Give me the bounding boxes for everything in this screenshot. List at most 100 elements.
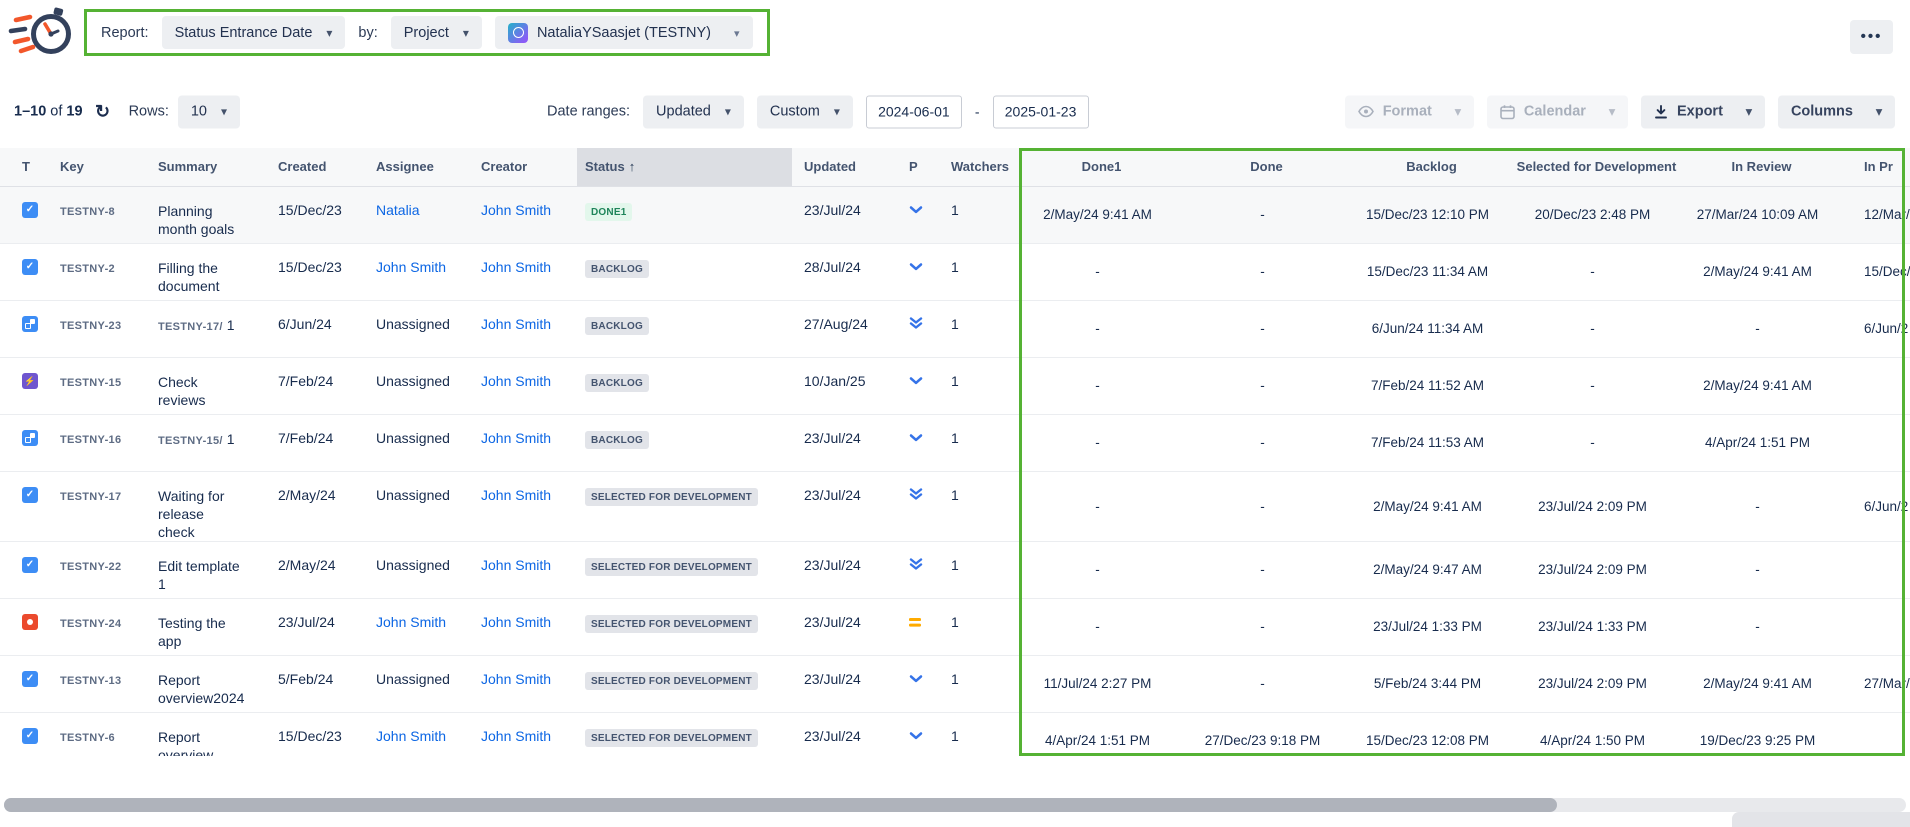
created-date: 5/Feb/24 — [272, 655, 372, 712]
project-select[interactable]: NataliaYSaasjet (TESTNY) — [495, 16, 753, 49]
issue-key: TESTNY-8 — [60, 206, 115, 218]
col-header-done[interactable]: Done — [1184, 148, 1349, 186]
watchers-count: 1 — [939, 414, 1019, 471]
creator-link[interactable]: John Smith — [481, 202, 551, 218]
date-to-input[interactable] — [993, 95, 1089, 128]
creator-link[interactable]: John Smith — [481, 316, 551, 332]
watchers-count: 1 — [939, 655, 1019, 712]
updated-date: 23/Jul/24 — [792, 598, 897, 655]
done-date: - — [1184, 243, 1349, 300]
refresh-icon[interactable] — [92, 101, 114, 123]
col-header-summary[interactable]: Summary — [152, 148, 272, 186]
table-row[interactable]: TESTNY-8 Planning month goals 15/Dec/23 … — [0, 186, 1910, 243]
subtask-icon — [22, 430, 38, 446]
watchers-count: 1 — [939, 598, 1019, 655]
assignee-link[interactable]: John Smith — [376, 259, 446, 275]
assignee-link[interactable]: Natalia — [376, 202, 420, 218]
done1-date: - — [1019, 414, 1184, 471]
in-review-date: 2/May/24 9:41 AM — [1679, 243, 1844, 300]
table-row[interactable]: TESTNY-2 Filling the document 15/Dec/23 … — [0, 243, 1910, 300]
done1-date: - — [1019, 243, 1184, 300]
chevron-down-icon — [221, 104, 227, 120]
report-select[interactable]: Status Entrance Date — [162, 16, 346, 49]
creator-link[interactable]: John Smith — [481, 487, 551, 503]
issue-key: TESTNY-13 — [60, 675, 121, 687]
col-header-creator[interactable]: Creator — [477, 148, 577, 186]
col-header-status[interactable]: Status — [577, 148, 792, 186]
col-header-done1[interactable]: Done1 — [1019, 148, 1184, 186]
col-header-selected-for-development[interactable]: Selected for Development — [1514, 148, 1679, 186]
table-row[interactable]: TESTNY-6 Report overview 15/Dec/23 John … — [0, 712, 1910, 756]
date-field-select[interactable]: Updated — [643, 95, 744, 128]
columns-button[interactable]: Columns — [1778, 95, 1895, 128]
done-date: - — [1184, 186, 1349, 243]
calendar-button[interactable]: Calendar — [1487, 95, 1628, 128]
table-row[interactable]: TESTNY-16 TESTNY-15/1 7/Feb/24 Unassigne… — [0, 414, 1910, 471]
table-row[interactable]: TESTNY-24 Testing the app 23/Jul/24 John… — [0, 598, 1910, 655]
issue-key: TESTNY-22 — [60, 561, 121, 573]
updated-date: 23/Jul/24 — [792, 414, 897, 471]
backlog-date: 15/Dec/23 12:08 PM — [1349, 712, 1514, 756]
creator-link[interactable]: John Smith — [481, 259, 551, 275]
format-button[interactable]: Format — [1345, 95, 1474, 128]
creator-link[interactable]: John Smith — [481, 557, 551, 573]
table-row[interactable]: TESTNY-13 Report overview2024 5/Feb/24 U… — [0, 655, 1910, 712]
created-date: 2/May/24 — [272, 541, 372, 598]
creator-link[interactable]: John Smith — [481, 671, 551, 687]
rows-per-page-select[interactable]: 10 — [178, 95, 240, 128]
chevron-down-icon — [1876, 104, 1882, 120]
updated-date: 23/Jul/24 — [792, 541, 897, 598]
watchers-count: 1 — [939, 471, 1019, 541]
assignee-link[interactable]: John Smith — [376, 614, 446, 630]
backlog-date: 15/Dec/23 11:34 AM — [1349, 243, 1514, 300]
table-row[interactable]: TESTNY-17 Waiting for release check 2/Ma… — [0, 471, 1910, 541]
chevron-down-icon — [1746, 104, 1752, 120]
watchers-count: 1 — [939, 712, 1019, 756]
created-date: 15/Dec/23 — [272, 712, 372, 756]
col-header-priority[interactable]: P — [897, 148, 939, 186]
export-button[interactable]: Export — [1641, 95, 1765, 128]
report-select-value: Status Entrance Date — [175, 25, 313, 41]
chevron-down-icon — [725, 104, 731, 120]
chevron-down-icon — [834, 104, 840, 120]
in-review-date: - — [1679, 598, 1844, 655]
table-row[interactable]: TESTNY-22 Edit template 1 2/May/24 Unass… — [0, 541, 1910, 598]
col-header-watchers[interactable]: Watchers — [939, 148, 1019, 186]
priority-lowest-icon — [909, 558, 923, 570]
creator-link[interactable]: John Smith — [481, 728, 551, 744]
table-row[interactable]: TESTNY-15 Check reviews 7/Feb/24 Unassig… — [0, 357, 1910, 414]
created-date: 2/May/24 — [272, 471, 372, 541]
group-by-select[interactable]: Project — [391, 16, 482, 49]
in-review-date: - — [1679, 471, 1844, 541]
in-progress-date: 6/Jun/2 — [1844, 300, 1910, 357]
issues-table: T Key Summary Created Assignee Creator S… — [0, 148, 1910, 756]
done-date: - — [1184, 414, 1349, 471]
col-header-assignee[interactable]: Assignee — [372, 148, 477, 186]
date-from-input[interactable] — [866, 95, 962, 128]
col-header-key[interactable]: Key — [52, 148, 152, 186]
created-date: 23/Jul/24 — [272, 598, 372, 655]
col-header-in-progress[interactable]: In Pr — [1844, 148, 1910, 186]
creator-link[interactable]: John Smith — [481, 373, 551, 389]
col-header-created[interactable]: Created — [272, 148, 372, 186]
calendar-icon — [1500, 104, 1515, 119]
creator-link[interactable]: John Smith — [481, 430, 551, 446]
col-header-in-review[interactable]: In Review — [1679, 148, 1844, 186]
table-row[interactable]: TESTNY-23 TESTNY-17/1 6/Jun/24 Unassigne… — [0, 300, 1910, 357]
selected-for-development-date: - — [1514, 300, 1679, 357]
eye-icon — [1358, 106, 1374, 118]
col-header-type[interactable]: T — [0, 148, 52, 186]
creator-link[interactable]: John Smith — [481, 614, 551, 630]
date-mode-value: Custom — [770, 104, 820, 120]
updated-date: 27/Aug/24 — [792, 300, 897, 357]
col-header-updated[interactable]: Updated — [792, 148, 897, 186]
priority-low-icon — [909, 376, 923, 386]
assignee: Unassigned — [376, 487, 450, 503]
horizontal-scrollbar-track[interactable] — [4, 798, 1906, 812]
assignee-link[interactable]: John Smith — [376, 728, 446, 744]
more-menu-button[interactable] — [1850, 20, 1893, 54]
col-header-backlog[interactable]: Backlog — [1349, 148, 1514, 186]
horizontal-scrollbar-thumb[interactable] — [4, 798, 1557, 812]
date-mode-select[interactable]: Custom — [757, 95, 853, 128]
table-body: TESTNY-8 Planning month goals 15/Dec/23 … — [0, 186, 1910, 756]
